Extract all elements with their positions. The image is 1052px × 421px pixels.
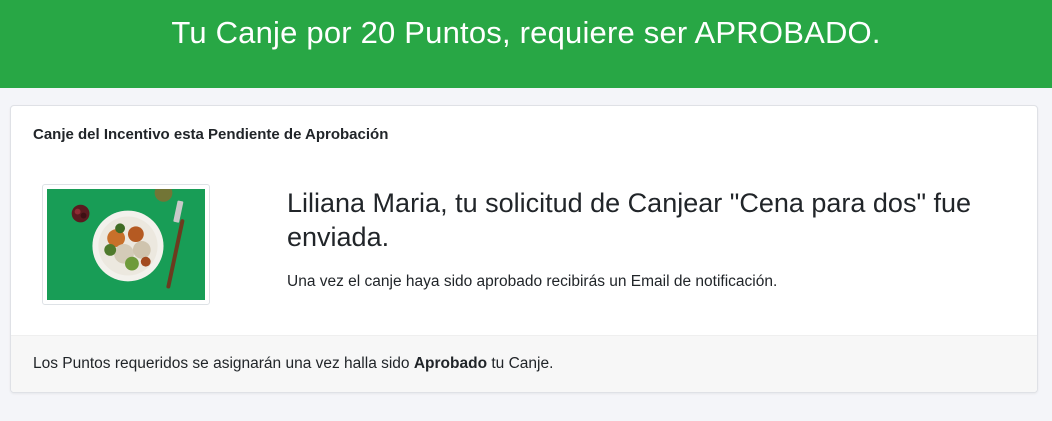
dinner-image-icon [47, 189, 205, 300]
approval-banner: Tu Canje por 20 Puntos, requiere ser APR… [0, 0, 1052, 88]
request-sent-title: Liliana Maria, tu solicitud de Canjear "… [287, 188, 972, 252]
footer-text-end: tu Canje. [487, 355, 554, 372]
card-header: Canje del Incentivo esta Pendiente de Ap… [33, 126, 389, 143]
footer-approved-label: Aprobado [413, 355, 488, 372]
pending-approval-card: Canje del Incentivo esta Pendiente de Ap… [10, 105, 1038, 393]
dinner-plate-image [42, 184, 210, 305]
card-footer: Los Puntos requeridos se asignarán una v… [11, 335, 1037, 392]
notification-text: Una vez el canje haya sido aprobado reci… [287, 273, 778, 290]
banner-title: Tu Canje por 20 Puntos, requiere ser APR… [171, 15, 881, 50]
footer-text-start: Los Puntos requeridos se asignarán una v… [33, 355, 414, 372]
footer-text: Los Puntos requeridos se asignarán una v… [33, 355, 553, 373]
